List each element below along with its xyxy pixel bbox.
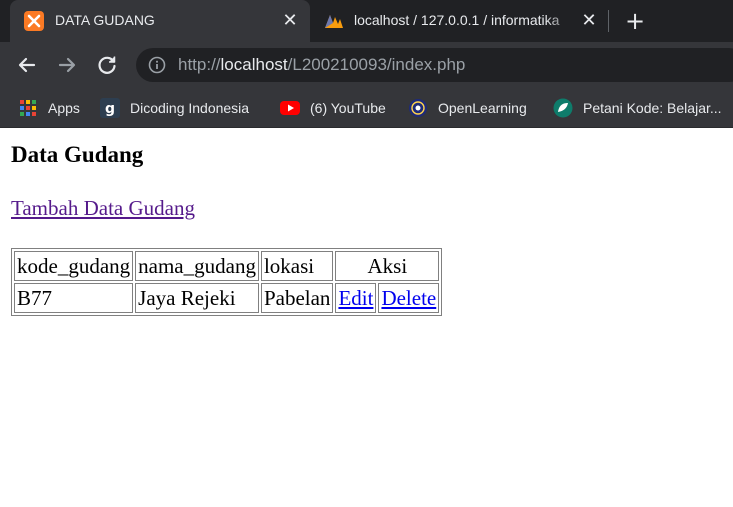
url-host: localhost (220, 55, 288, 74)
address-bar[interactable]: http://localhost/L200210093/index.php (136, 48, 733, 82)
browser-toolbar: http://localhost/L200210093/index.php (0, 42, 733, 88)
table-row: B77 Jaya Rejeki Pabelan Edit Delete (14, 283, 440, 313)
bookmark-label: Dicoding Indonesia (130, 100, 250, 116)
bookmark-petanikode[interactable]: Petani Kode: Belajar... (553, 97, 722, 119)
column-header-aksi: Aksi (335, 251, 440, 281)
bookmark-label: Apps (48, 100, 80, 116)
cell-nama-gudang: Jaya Rejeki (135, 283, 259, 313)
bookmarks-bar: Apps g Dicoding Indonesia (6) YouTube Op… (0, 88, 733, 128)
cell-lokasi: Pabelan (260, 283, 334, 313)
bookmark-youtube[interactable]: (6) YouTube (280, 97, 386, 119)
close-icon[interactable]: ✕ (579, 11, 599, 31)
gudang-table: kode_gudang nama_gudang lokasi Aksi B77 … (11, 248, 443, 316)
column-header-lokasi: lokasi (260, 251, 334, 281)
page-title: Data Gudang (11, 142, 144, 167)
bookmark-openlearning[interactable]: OpenLearning (408, 97, 527, 119)
tab-separator (608, 10, 609, 32)
xampp-icon (24, 11, 44, 31)
svg-text:g: g (105, 101, 115, 117)
bookmark-label: OpenLearning (438, 100, 527, 116)
column-header-kode: kode_gudang (14, 251, 134, 281)
cell-kode-gudang: B77 (14, 283, 134, 313)
bookmark-apps[interactable]: Apps (18, 97, 80, 119)
bookmark-label: (6) YouTube (310, 100, 386, 116)
add-gudang-link[interactable]: Tambah Data Gudang (11, 196, 195, 221)
petanikode-icon (553, 98, 573, 118)
back-arrow-icon[interactable] (14, 52, 40, 78)
tab-data-gudang[interactable]: DATA GUDANG ✕ (10, 0, 310, 42)
delete-link[interactable]: Delete (381, 286, 436, 310)
youtube-icon (280, 101, 300, 115)
forward-arrow-icon[interactable] (54, 52, 80, 78)
url-scheme: http:// (178, 55, 221, 74)
close-icon[interactable]: ✕ (280, 11, 300, 31)
table-header-row: kode_gudang nama_gudang lokasi Aksi (14, 251, 440, 281)
tab-phpmyadmin[interactable]: localhost / 127.0.0.1 / informatika ✕ (314, 0, 604, 42)
info-icon[interactable] (148, 56, 166, 74)
edit-link[interactable]: Edit (338, 286, 373, 310)
tab-strip: DATA GUDANG ✕ localhost / 127.0.0.1 / in… (0, 0, 733, 42)
phpmyadmin-icon (325, 15, 343, 28)
tab-title: localhost / 127.0.0.1 / informatika (354, 12, 560, 28)
openlearning-icon (409, 99, 427, 117)
dicoding-icon: g (100, 98, 120, 118)
bookmark-dicoding[interactable]: g Dicoding Indonesia (100, 97, 249, 119)
url-path: /L200210093/index.php (287, 55, 466, 74)
reload-icon[interactable] (94, 52, 120, 78)
apps-grid-icon (20, 100, 36, 116)
column-header-nama: nama_gudang (135, 251, 259, 281)
page-content: Data Gudang Tambah Data Gudang kode_guda… (0, 129, 733, 507)
cell-delete: Delete (378, 283, 440, 313)
cell-edit: Edit (335, 283, 377, 313)
new-tab-plus-icon[interactable]: + (622, 9, 648, 35)
tab-title: DATA GUDANG (55, 12, 155, 28)
bookmark-label: Petani Kode: Belajar... (583, 100, 722, 116)
url-text: http://localhost/L200210093/index.php (178, 55, 465, 75)
